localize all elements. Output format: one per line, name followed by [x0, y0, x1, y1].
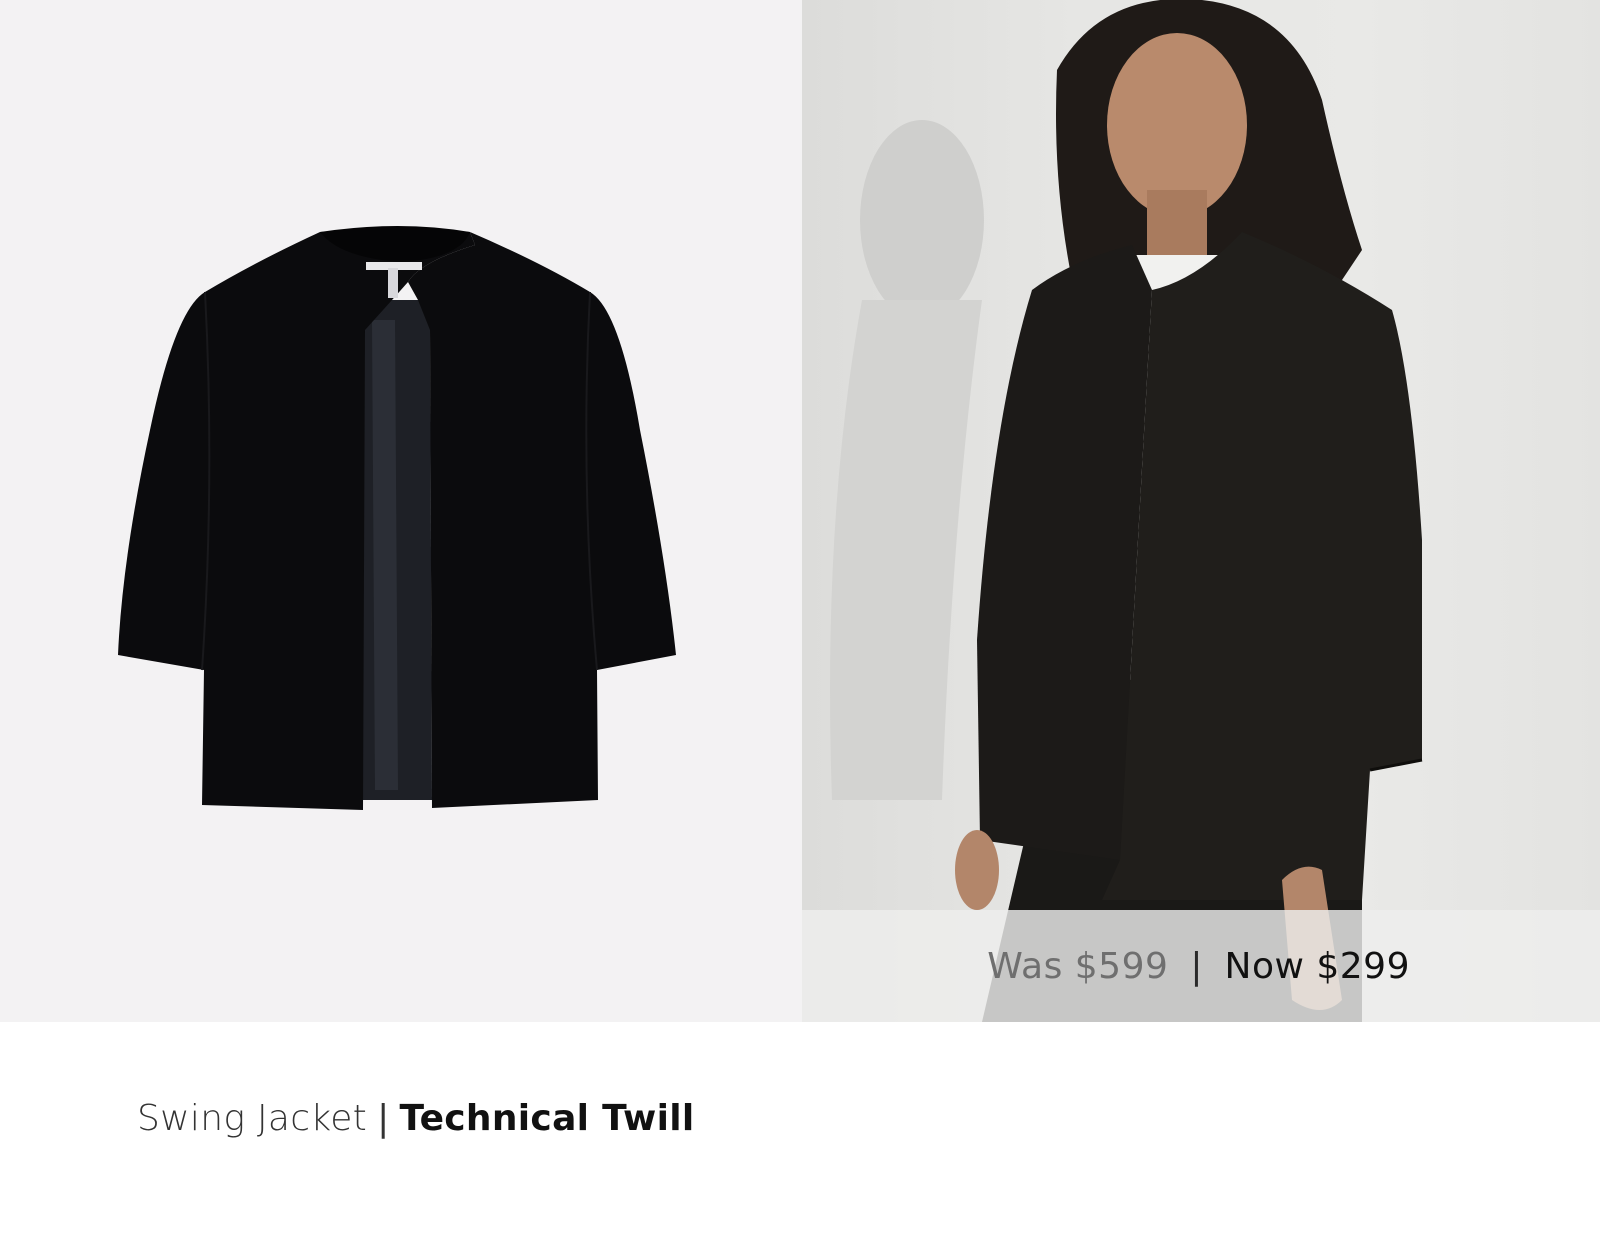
price-separator: |	[1190, 945, 1203, 987]
model-image[interactable]: Was $599 | Now $299	[802, 0, 1600, 1022]
product-fabric: Technical Twill	[399, 1098, 695, 1139]
price-banner: Was $599 | Now $299	[802, 910, 1600, 1022]
was-price: Was $599	[987, 945, 1169, 987]
flatlay-image[interactable]	[0, 0, 802, 1022]
caption-separator: |	[377, 1098, 390, 1139]
model-illustration	[830, 0, 1423, 1022]
now-price: Now $299	[1224, 945, 1410, 987]
product-name: Swing Jacket	[137, 1098, 368, 1139]
product-card[interactable]: Was $599 | Now $299 Swing Jacket | Technic…	[0, 0, 1600, 1260]
product-caption[interactable]: Swing Jacket | Technical Twill	[137, 1098, 695, 1139]
jacket-flatlay-illustration	[118, 226, 676, 810]
